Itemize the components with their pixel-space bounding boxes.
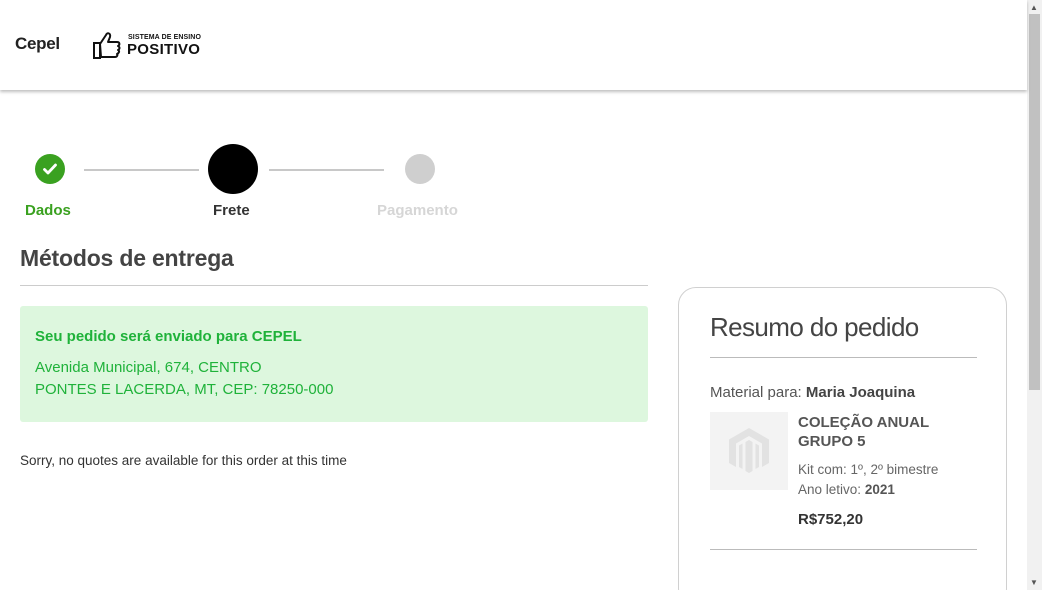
checkout-progress: Dados Frete Pagamento bbox=[0, 140, 500, 230]
material-for: Material para: Maria Joaquina bbox=[710, 384, 915, 401]
step-dados-circle[interactable] bbox=[35, 154, 65, 184]
product-kit: Kit com: 1º, 2º bimestre bbox=[798, 462, 939, 477]
product-year: Ano letivo: 2021 bbox=[798, 482, 895, 497]
no-quotes-message: Sorry, no quotes are available for this … bbox=[20, 453, 347, 468]
shipping-methods-title: Métodos de entrega bbox=[20, 245, 234, 271]
store-name[interactable]: Cepel bbox=[15, 34, 60, 54]
site-header: Cepel SISTEMA DE ENSINO POSITIVO bbox=[0, 0, 1027, 90]
vertical-scrollbar[interactable]: ▲ ▼ bbox=[1027, 0, 1042, 590]
order-summary-title: Resumo do pedido bbox=[710, 312, 919, 342]
scrollbar-thumb[interactable] bbox=[1029, 14, 1040, 390]
step-frete-label: Frete bbox=[213, 202, 250, 219]
checkmark-icon bbox=[43, 163, 57, 175]
thumbs-up-icon bbox=[93, 32, 121, 59]
product-name[interactable]: COLEÇÃO ANUAL GRUPO 5 bbox=[798, 413, 978, 451]
step-connector bbox=[269, 169, 384, 171]
address-line-1: Avenida Municipal, 674, CENTRO bbox=[35, 359, 262, 376]
student-name: Maria Joaquina bbox=[805, 384, 916, 401]
address-line-2: PONTES E LACERDA, MT, CEP: 78250-000 bbox=[35, 381, 334, 398]
step-frete-circle bbox=[208, 144, 258, 194]
destination-title: Seu pedido será enviado para CEPEL bbox=[35, 328, 302, 345]
year-label: Ano letivo: bbox=[798, 482, 862, 497]
material-label: Material para: bbox=[710, 384, 802, 401]
logo-title: POSITIVO bbox=[127, 41, 201, 58]
divider bbox=[20, 285, 648, 286]
step-pagamento-circle bbox=[405, 154, 435, 184]
magento-placeholder-icon bbox=[729, 428, 769, 473]
product-price: R$752,20 bbox=[798, 511, 864, 528]
divider bbox=[710, 549, 977, 550]
step-dados-label[interactable]: Dados bbox=[25, 202, 71, 219]
step-pagamento-label: Pagamento bbox=[377, 202, 458, 219]
scroll-down-arrow-icon[interactable]: ▼ bbox=[1030, 579, 1038, 587]
year-value: 2021 bbox=[864, 482, 895, 497]
order-summary: Resumo do pedido Material para: Maria Jo… bbox=[678, 287, 1007, 590]
shipping-destination-notice: Seu pedido será enviado para CEPEL Aveni… bbox=[20, 306, 648, 422]
step-connector bbox=[84, 169, 199, 171]
positivo-logo[interactable]: SISTEMA DE ENSINO POSITIVO bbox=[90, 28, 212, 62]
logo-subtitle: SISTEMA DE ENSINO bbox=[128, 34, 202, 41]
product-thumbnail[interactable] bbox=[710, 412, 788, 490]
divider bbox=[710, 357, 977, 358]
scroll-up-arrow-icon[interactable]: ▲ bbox=[1030, 4, 1038, 12]
